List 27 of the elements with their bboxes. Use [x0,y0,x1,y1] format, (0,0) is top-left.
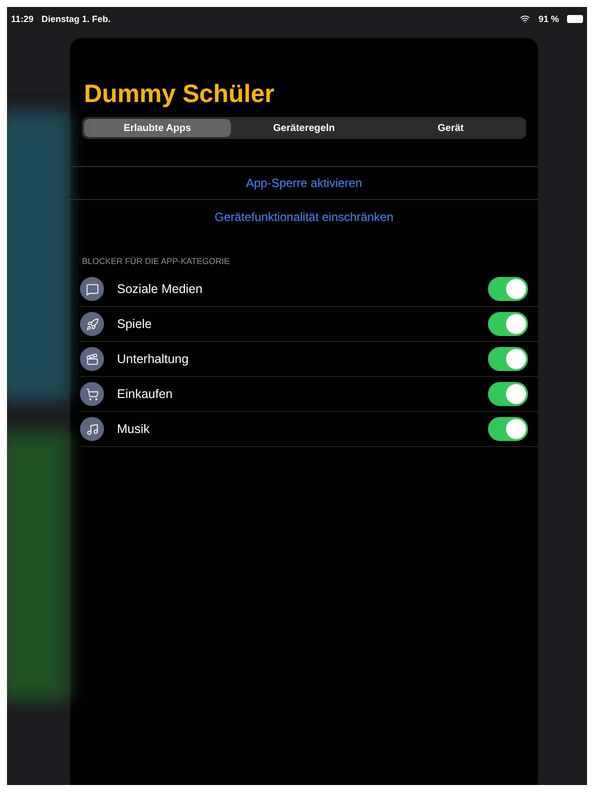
category-label: Einkaufen [117,387,174,401]
segment-tab[interactable]: Gerät [377,119,524,137]
toggle-switch[interactable] [488,382,528,406]
chat-bubble-icon [80,277,104,301]
category-label: Musik [117,422,151,436]
cart-icon [80,382,104,406]
toggle-switch[interactable] [488,277,528,301]
status-date: Dienstag 1. Feb. [42,14,111,24]
wifi-icon [520,14,530,24]
action-link[interactable]: Gerätefunktionalität einschränken [70,200,538,233]
toggle-switch[interactable] [488,312,528,336]
toggle-switch[interactable] [488,347,528,371]
music-note-icon [80,417,104,441]
battery-icon [567,15,583,23]
battery-percent: 91 % [538,14,559,24]
category-label: Unterhaltung [117,352,190,366]
action-link[interactable]: App-Sperre aktivieren [70,167,538,200]
clapperboard-icon [80,347,104,371]
status-time: 11:29 [11,14,34,24]
category-label: Soziale Medien [117,282,204,296]
segment-tab[interactable]: Geräteregeln [230,119,378,137]
rocket-icon [80,312,104,336]
sheet-title: Dummy Schüler [84,80,276,109]
segment-tab[interactable]: Erlaubte Apps [84,119,231,137]
toggle-switch[interactable] [488,417,528,441]
section-header: BLOCKER FÜR DIE APP-KATEGORIE [82,256,231,266]
category-label: Spiele [117,317,153,331]
